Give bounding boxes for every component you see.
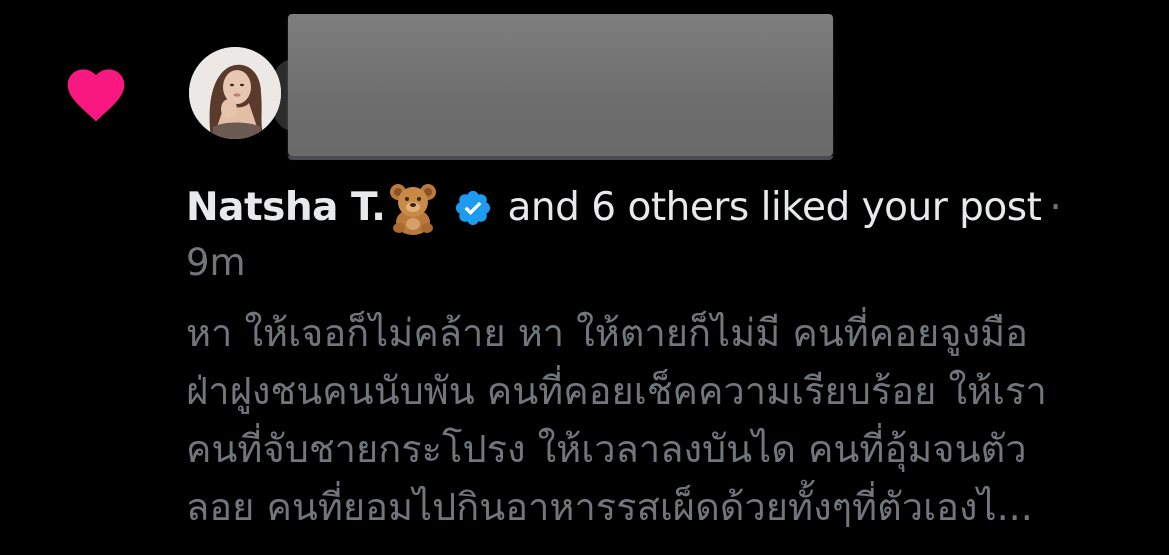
- post-preview-line: คนที่จับชายกระโปรง ให้เวลาลงบันได คนที่อ…: [186, 427, 1027, 471]
- teddy-bear-emoji-icon: [390, 184, 437, 235]
- post-preview[interactable]: หา ให้เจอก็ไม่คล้าย หา ให้ตายก็ไม่มี คนท…: [186, 304, 1156, 536]
- timestamp: 9m: [186, 241, 246, 284]
- post-preview-line: ฝ่าฝูงชนคนนับพัน คนที่คอยเช็คความเรียบร้…: [186, 369, 1047, 413]
- avatar-image: [189, 47, 281, 139]
- notification-headline: Natsha T. and 6 others liked your post ·: [186, 178, 1146, 238]
- like-notification[interactable]: Natsha T. and 6 others liked your post ·…: [0, 0, 1169, 555]
- separator-dot: ·: [1049, 185, 1062, 230]
- action-text: and 6 others liked your post: [507, 185, 1042, 230]
- actor-name[interactable]: Natsha T.: [186, 178, 386, 238]
- heart-icon: [67, 69, 125, 122]
- redaction-block: [288, 14, 833, 160]
- avatar[interactable]: [189, 47, 281, 139]
- post-preview-line: หา ให้เจอก็ไม่คล้าย หา ให้ตายก็ไม่มี คนท…: [186, 311, 1028, 355]
- verified-badge-icon: [456, 190, 491, 226]
- post-preview-line: ลอย คนที่ยอมไปกินอาหารรสเผ็ดด้วยทั้งๆที่…: [186, 485, 1033, 529]
